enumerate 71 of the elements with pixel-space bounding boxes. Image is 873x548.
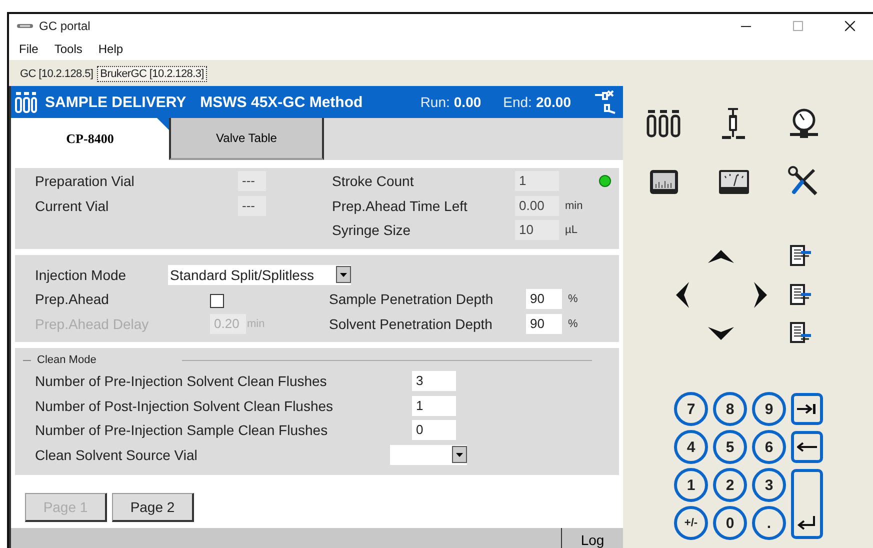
vial-dropdown[interactable] (390, 444, 467, 465)
dropdown-arrow-icon[interactable] (340, 272, 347, 277)
keypad-key[interactable]: 4 (674, 430, 708, 464)
unit-label: min (564, 200, 584, 212)
run-label: Run: (420, 94, 450, 110)
field-value: 90 (526, 314, 562, 334)
dropdown-arrow-icon[interactable] (456, 452, 463, 457)
keypad-key[interactable]: 7 (674, 392, 708, 426)
field-value: --- (238, 171, 266, 192)
field-label: Syringe Size (332, 222, 412, 238)
field-label: Number of Pre-Injection Solvent Clean Flushes (35, 373, 328, 390)
enter-key-icon[interactable] (797, 516, 817, 530)
field-value: 0.00 (515, 196, 559, 216)
number-field[interactable]: 1 (412, 396, 456, 416)
up-arrow-icon[interactable] (708, 250, 734, 262)
app-icon (17, 22, 33, 30)
keypad-key[interactable]: 8 (713, 392, 747, 426)
keypad-key[interactable]: . (752, 506, 786, 540)
field-label: Clean Solvent Source Vial (35, 446, 198, 463)
right-arrow-icon[interactable] (754, 282, 766, 308)
checkbox[interactable] (210, 294, 224, 308)
keypad-key[interactable]: 5 (713, 430, 747, 464)
number-field[interactable]: 0 (412, 420, 456, 440)
window-title: GC portal (39, 19, 90, 33)
run-value: 0.00 (454, 94, 482, 110)
injection-mode-dropdown[interactable]: Standard Split/Splitless (168, 264, 351, 285)
vials-icon (15, 91, 37, 113)
field-value: 90 (526, 289, 562, 310)
left-arrow-icon[interactable] (676, 282, 688, 308)
keypad-key[interactable]: 9 (752, 392, 786, 426)
number-field[interactable]: 3 (412, 371, 456, 392)
down-arrow-icon[interactable] (708, 326, 734, 340)
connection-tab[interactable]: GC [10.2.128.5] (18, 66, 96, 82)
unit-label: % (567, 318, 579, 330)
menu-item[interactable]: Help (96, 42, 126, 56)
close-icon[interactable] (845, 21, 855, 31)
unit-label: µL (564, 224, 578, 236)
field-value: --- (238, 196, 266, 216)
field-label: Current Vial (35, 198, 110, 214)
field-label: Stroke Count (332, 173, 415, 190)
connection-tab[interactable]: BrukerGC [10.2.128.3] (97, 66, 207, 82)
left-arrow-key-icon[interactable] (797, 441, 817, 453)
field-label: Injection Mode (35, 266, 128, 283)
field-value: 10 (515, 220, 559, 240)
method-name: MSWS 45X-GC Method (200, 94, 363, 110)
field-label: Number of Pre-Injection Sample Clean Flushes (35, 422, 329, 438)
tab[interactable]: CP-8400 (11, 118, 169, 160)
tab[interactable]: Valve Table (169, 118, 324, 160)
group-title: Clean Mode (37, 354, 96, 366)
end-label: End: (503, 94, 532, 110)
keypad-key[interactable]: 1 (674, 468, 708, 502)
field-label: Prep.Ahead (35, 291, 110, 308)
keypad-key[interactable]: 2 (713, 468, 747, 502)
field-label: Solvent Penetration Depth (329, 316, 494, 332)
menu-item[interactable]: Tools (52, 42, 84, 56)
field-value: 0.20 (210, 314, 246, 334)
field-label: Prep.Ahead Time Left (332, 198, 468, 214)
end-value: 20.00 (536, 94, 571, 110)
field-value: 1 (515, 171, 559, 192)
tab-key-icon[interactable] (797, 403, 817, 415)
field-label: Number of Post-Injection Solvent Clean Flushes (35, 398, 334, 414)
keypad-key[interactable]: 3 (752, 468, 786, 502)
keypad-key[interactable]: +/- (674, 506, 708, 540)
field-label: Sample Penetration Depth (329, 291, 494, 308)
module-title: SAMPLE DELIVERY (45, 94, 186, 110)
field-label: Preparation Vial (35, 173, 136, 190)
unit-label: % (567, 293, 579, 306)
menu-item[interactable]: File (17, 42, 40, 56)
keypad-key[interactable]: 0 (713, 506, 747, 540)
page-button[interactable]: Page 2 (112, 493, 194, 522)
keypad-key[interactable]: 6 (752, 430, 786, 464)
